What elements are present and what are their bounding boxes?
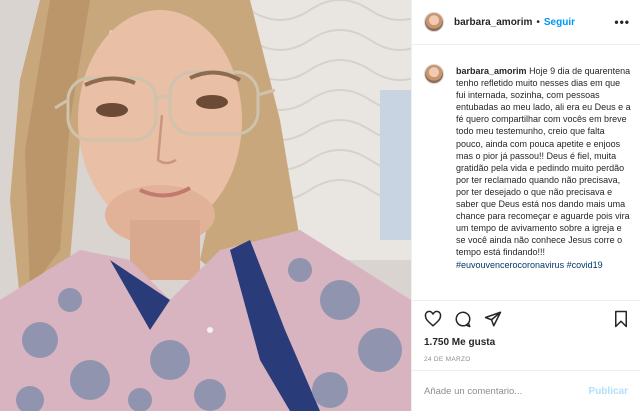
caption-area: barbara_amorim Hoje 9 dia de quarentena … — [424, 54, 632, 300]
bookmark-icon[interactable] — [612, 310, 630, 333]
caption-avatar[interactable] — [424, 64, 444, 84]
caption-username[interactable]: barbara_amorim — [456, 66, 527, 76]
publish-button[interactable]: Publicar — [589, 386, 628, 397]
caption-text-block: barbara_amorim Hoje 9 dia de quarentena … — [456, 65, 632, 271]
comment-bar: Publicar — [412, 370, 640, 411]
separator-dot: • — [536, 16, 540, 28]
more-options-icon[interactable]: ••• — [614, 15, 630, 29]
share-icon[interactable] — [484, 310, 502, 333]
actions-divider — [412, 300, 640, 301]
post-photo — [0, 0, 411, 411]
caption-body: Hoje 9 dia de quarentena tenho refletido… — [456, 66, 631, 258]
caption-hashtags[interactable]: #euvouvencerocoronavirus #covid19 — [456, 260, 603, 270]
comment-icon[interactable] — [454, 310, 472, 333]
avatar[interactable] — [424, 12, 444, 32]
heart-icon[interactable] — [424, 310, 442, 333]
action-bar — [424, 310, 630, 332]
username-link[interactable]: barbara_amorim — [454, 17, 532, 28]
follow-button[interactable]: Seguir — [544, 17, 575, 28]
post-date: 24 DE MARZO — [424, 356, 471, 363]
post-header: barbara_amorim • Seguir ••• — [412, 0, 640, 45]
comment-input[interactable] — [424, 385, 589, 397]
likes-count[interactable]: 1.750 Me gusta — [424, 337, 495, 348]
post-side-panel: barbara_amorim • Seguir ••• barbara_amor… — [411, 0, 640, 411]
